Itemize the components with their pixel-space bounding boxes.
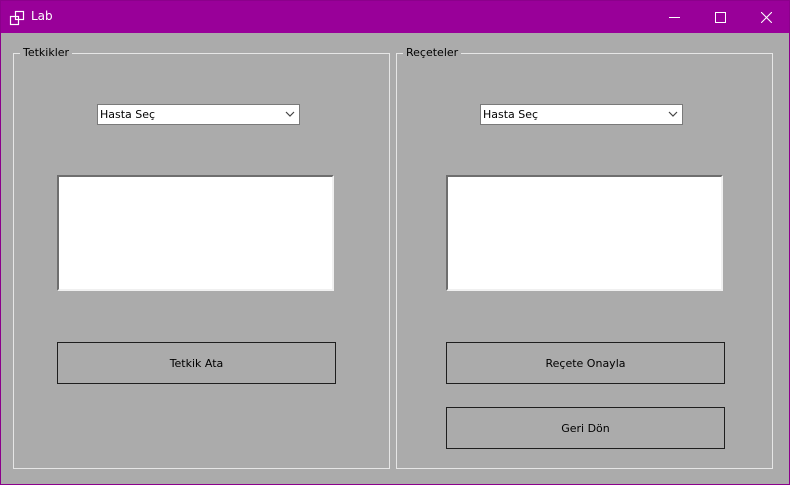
tetkikler-legend: Tetkikler xyxy=(20,46,73,60)
recete-patient-combo[interactable]: Hasta Seç xyxy=(480,104,683,125)
recete-onayla-button[interactable]: Reçete Onayla xyxy=(446,342,725,384)
tetkik-patient-combo[interactable]: Hasta Seç xyxy=(97,104,300,125)
title-bar[interactable]: Lab xyxy=(1,1,789,33)
receteler-legend: Reçeteler xyxy=(403,46,462,60)
maximize-icon xyxy=(714,11,726,23)
chevron-down-icon xyxy=(285,111,295,117)
chevron-down-icon xyxy=(668,111,678,117)
minimize-icon xyxy=(668,16,680,18)
recete-listbox[interactable] xyxy=(446,175,723,291)
tetkik-patient-combo-value: Hasta Seç xyxy=(100,108,156,121)
close-button[interactable] xyxy=(743,1,789,33)
close-icon xyxy=(760,11,772,23)
recete-patient-combo-value: Hasta Seç xyxy=(483,108,539,121)
tetkik-ata-button[interactable]: Tetkik Ata xyxy=(57,342,336,384)
window-title: Lab xyxy=(31,9,53,23)
lab-window: Lab Tetkikler Hasta Seç Tetkik Ata Reçet… xyxy=(0,0,790,485)
minimize-button[interactable] xyxy=(651,1,697,33)
app-icon xyxy=(9,10,25,26)
maximize-button[interactable] xyxy=(697,1,743,33)
tetkik-listbox[interactable] xyxy=(57,175,334,291)
geri-don-button[interactable]: Geri Dön xyxy=(446,407,725,449)
